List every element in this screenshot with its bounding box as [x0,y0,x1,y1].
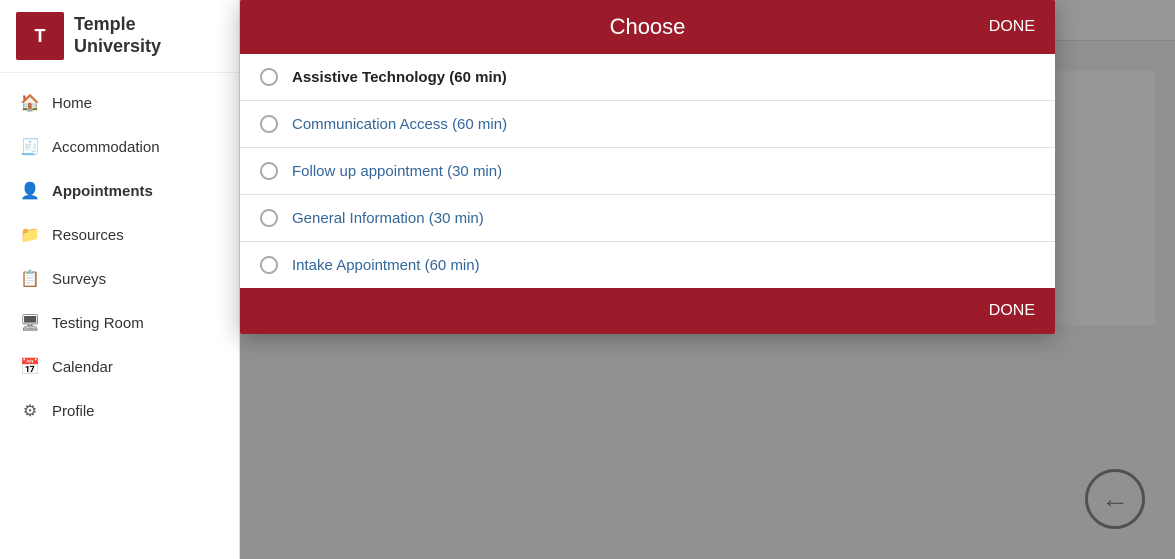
modal-body: Assistive Technology (60 min) Communicat… [240,54,1055,288]
radio-assistive-tech[interactable] [260,68,278,86]
accommodation-icon: 🧾 [20,137,40,157]
radio-intake[interactable] [260,256,278,274]
option-label-communication-access: Communication Access (60 min) [292,116,507,133]
sidebar-item-accommodation[interactable]: 🧾 Accommodation [0,125,239,169]
sidebar-item-home[interactable]: 🏠 Home [0,81,239,125]
profile-icon: ⚙ [20,401,40,421]
sidebar-item-surveys[interactable]: 📋 Surveys [0,257,239,301]
modal-option-communication-access[interactable]: Communication Access (60 min) [240,101,1055,148]
logo-letter: T [35,26,46,47]
modal-option-assistive-tech[interactable]: Assistive Technology (60 min) [240,54,1055,101]
appointments-icon: 👤 [20,181,40,201]
sidebar-item-label: Surveys [52,271,106,288]
sidebar-item-label: Home [52,95,92,112]
logo-text: TempleUniversity [74,14,161,57]
modal-done-bottom-button[interactable]: DONE [989,302,1035,320]
radio-general-info[interactable] [260,209,278,227]
sidebar-item-appointments[interactable]: 👤 Appointments [0,169,239,213]
resources-icon: 📁 [20,225,40,245]
option-label-assistive-tech: Assistive Technology (60 min) [292,69,507,86]
sidebar-item-label: Appointments [52,183,153,200]
surveys-icon: 📋 [20,269,40,289]
modal-footer: DONE [240,288,1055,334]
sidebar-item-label: Accommodation [52,139,160,156]
sidebar: T TempleUniversity 🏠 Home 🧾 Accommodatio… [0,0,240,559]
calendar-icon: 📅 [20,357,40,377]
modal-option-general-info[interactable]: General Information (30 min) [240,195,1055,242]
option-label-follow-up: Follow up appointment (30 min) [292,163,502,180]
radio-follow-up[interactable] [260,162,278,180]
sidebar-item-resources[interactable]: 📁 Resources [0,213,239,257]
sidebar-item-calendar[interactable]: 📅 Calendar [0,345,239,389]
radio-communication-access[interactable] [260,115,278,133]
sidebar-item-profile[interactable]: ⚙ Profile [0,389,239,433]
sidebar-item-label: Calendar [52,359,113,376]
modal-option-intake[interactable]: Intake Appointment (60 min) [240,242,1055,288]
sidebar-item-testing-room[interactable]: 🖥 Testing Room [0,301,239,345]
sidebar-item-label: Resources [52,227,124,244]
sidebar-item-label: Profile [52,403,95,420]
logo-icon: T [16,12,64,60]
sidebar-nav: 🏠 Home 🧾 Accommodation 👤 Appointments 📁 … [0,73,239,559]
modal-title: Choose [260,14,1035,40]
choose-modal: Choose DONE Assistive Technology (60 min… [240,0,1055,334]
sidebar-logo: T TempleUniversity [0,0,239,73]
modal-option-follow-up[interactable]: Follow up appointment (30 min) [240,148,1055,195]
home-icon: 🏠 [20,93,40,113]
option-label-general-info: General Information (30 min) [292,210,484,227]
sidebar-item-label: Testing Room [52,315,144,332]
option-label-intake: Intake Appointment (60 min) [292,257,480,274]
modal-done-top-button[interactable]: DONE [989,18,1035,36]
testing-room-icon: 🖥 [20,313,40,333]
modal-header: Choose DONE [240,0,1055,54]
